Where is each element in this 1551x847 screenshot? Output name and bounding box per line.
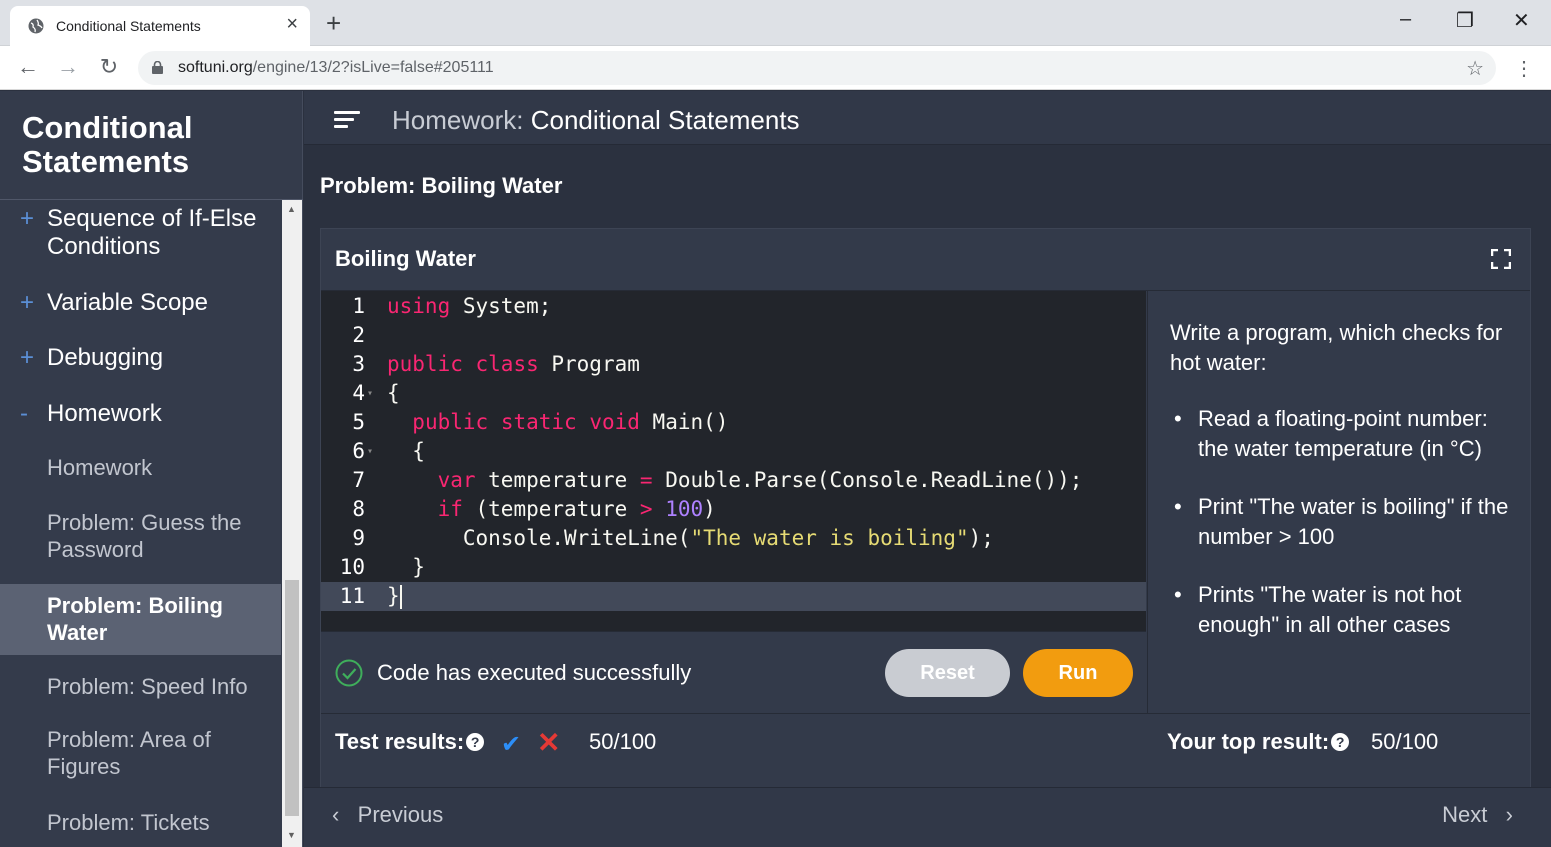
url-text: softuni.org/engine/13/2?isLive=false#205… [178, 59, 494, 76]
code-line: 6 ▾ { [321, 437, 1146, 466]
reload-button[interactable]: ↻ [96, 54, 122, 80]
globe-icon [28, 18, 44, 34]
run-status-message: Code has executed successfully [377, 660, 692, 685]
description-intro: Write a program, which checks for hot wa… [1170, 320, 1503, 375]
browser-toolbar: ← → ↻ softuni.org/engine/13/2?isLive=fal… [0, 46, 1551, 90]
scroll-down-icon[interactable]: ▼ [287, 830, 296, 840]
code-editor[interactable]: 1 using System; 2 3 public class Program 4… [321, 291, 1146, 631]
code-line: 5 public static void Main() [352, 410, 729, 434]
code-line: 1 using System; [352, 294, 552, 318]
code-line: 2 [352, 323, 365, 347]
sidebar-subitem-speed-info[interactable]: Problem: Speed Info [0, 673, 281, 707]
results-bar: Test results:? ✔ ✕ 50/100 Your top resul… [321, 713, 1530, 769]
fold-icon[interactable]: ▾ [367, 437, 373, 466]
browser-menu-icon[interactable]: ⋮ [1514, 56, 1534, 81]
code-line: 8 if (temperature > 100) [352, 497, 716, 521]
code-line: 9 Console.WriteLine("The water is boilin… [352, 526, 994, 550]
menu-toggle-icon[interactable] [334, 111, 360, 129]
sidebar-title: Conditional Statements [22, 110, 193, 179]
description-bullet: Print "The water is boiling" if the numb… [1170, 492, 1520, 552]
fold-icon[interactable]: ▾ [367, 379, 373, 408]
sidebar-subitem-homework[interactable]: Homework [0, 454, 281, 488]
top-result-label: Your top result:? [1167, 729, 1350, 755]
sidebar-subitem-boiling-water[interactable]: Problem: Boiling Water [0, 584, 281, 655]
address-bar[interactable]: softuni.org/engine/13/2?isLive=false#205… [138, 51, 1496, 85]
sidebar-scrollbar[interactable]: ▲ ▼ [282, 200, 302, 847]
code-line-active: 11} [321, 582, 1146, 611]
code-line: 7 var temperature = Double.Parse(Console… [352, 468, 1083, 492]
description-bullet: Prints "The water is not hot enough" in … [1170, 580, 1520, 640]
close-tab-icon[interactable]: × [286, 14, 298, 34]
code-line: 4 ▾{ [321, 379, 1146, 408]
problem-panel: Boiling Water 1 using System; 2 3 public c… [320, 228, 1531, 788]
run-button[interactable]: Run [1023, 649, 1133, 697]
new-tab-button[interactable]: + [326, 10, 341, 36]
sidebar-item-label: Sequence of If-Else Conditions [47, 205, 257, 260]
chevron-right-icon: › [1505, 802, 1513, 827]
expand-icon: + [20, 205, 35, 232]
expand-icon: + [20, 344, 35, 371]
sidebar-subitem-guess-password[interactable]: Problem: Guess the Password [0, 509, 281, 569]
expand-icon: + [20, 289, 35, 316]
description-bullet: Read a floating-point number: the water … [1170, 404, 1520, 464]
minimize-button[interactable]: – [1400, 8, 1411, 31]
collapse-icon: - [20, 400, 28, 427]
next-button[interactable]: Next › [1442, 802, 1513, 828]
help-icon[interactable]: ? [466, 733, 485, 751]
sidebar-subitem-tickets[interactable]: Problem: Tickets [0, 809, 281, 843]
scroll-up-icon[interactable]: ▲ [287, 204, 296, 214]
bookmark-star-icon[interactable]: ☆ [1466, 56, 1484, 81]
sidebar-divider [0, 199, 303, 200]
sidebar-item-label: Debugging [47, 344, 164, 371]
back-button[interactable]: ← [15, 54, 41, 80]
forward-button[interactable]: → [55, 54, 81, 80]
sidebar-item-label: Homework [47, 400, 162, 427]
browser-tab-bar: Conditional Statements × + – ❐ ✕ [0, 0, 1551, 46]
pagination-footer: ‹ Previous Next › [304, 787, 1551, 847]
text-cursor [399, 585, 402, 609]
help-icon[interactable]: ? [1331, 733, 1350, 751]
scrollbar-thumb[interactable] [285, 580, 299, 816]
code-line: 3 public class Program [352, 352, 640, 376]
pass-check-icon: ✔ [501, 731, 522, 758]
main-content: Homework: Conditional Statements Problem… [304, 91, 1551, 847]
course-sidebar: Conditional Statements + Sequence of If-… [0, 91, 303, 847]
panel-title: Boiling Water [335, 246, 476, 271]
browser-tab[interactable]: Conditional Statements × [10, 6, 310, 46]
sidebar-list: + Sequence of If-Else Conditions + Varia… [0, 201, 281, 847]
fail-cross-icon: ✕ [537, 727, 561, 758]
top-bar: Homework: Conditional Statements [304, 91, 1551, 145]
test-score: 50/100 [589, 729, 657, 754]
problem-title: Problem: Boiling Water [320, 173, 563, 198]
success-check-icon [335, 659, 363, 687]
test-results-label: Test results:? [335, 729, 485, 755]
code-line: 10 } [339, 555, 425, 579]
panel-header: Boiling Water [321, 229, 1530, 291]
window-close-button[interactable]: ✕ [1513, 8, 1530, 33]
page-title: Homework: Conditional Statements [392, 105, 800, 135]
sidebar-subitem-area-figures[interactable]: Problem: Area of Figures [0, 726, 281, 786]
problem-description: Write a program, which checks for hot wa… [1147, 291, 1530, 713]
restore-button[interactable]: ❐ [1456, 8, 1474, 33]
chevron-left-icon: ‹ [332, 802, 340, 827]
description-list: Read a floating-point number: the water … [1170, 404, 1520, 668]
reset-button[interactable]: Reset [885, 649, 1010, 697]
top-score: 50/100 [1371, 729, 1439, 754]
run-bar: Code has executed successfully Reset Run [321, 631, 1146, 713]
fullscreen-icon[interactable] [1491, 249, 1511, 269]
lock-icon [152, 61, 163, 74]
sidebar-item-sequence[interactable]: + Sequence of If-Else Conditions [0, 205, 281, 265]
sidebar-item-label: Variable Scope [47, 289, 208, 316]
tab-title: Conditional Statements [56, 18, 201, 34]
previous-button[interactable]: ‹ Previous [332, 802, 443, 828]
